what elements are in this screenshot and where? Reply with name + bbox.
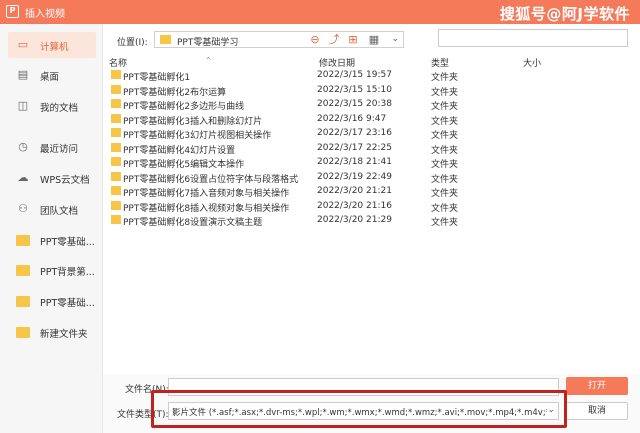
sidebar-item-documents[interactable]: ◫ 我的文档 bbox=[8, 93, 96, 119]
sidebar-item-label: PPT零基础... bbox=[40, 237, 95, 248]
file-row[interactable]: PPT零基础孵化2多边形与曲线 2022/3/15 20:38 文件夹 bbox=[103, 97, 543, 112]
up-folder-icon[interactable]: ⤴ bbox=[327, 33, 341, 47]
location-label: 位置(I): bbox=[117, 38, 148, 48]
folder-icon bbox=[16, 265, 30, 276]
sort-caret-icon: ⌃ bbox=[205, 56, 212, 65]
cloud-icon: ☁ bbox=[17, 171, 29, 184]
sidebar-item-label: 新建文件夹 bbox=[40, 329, 88, 340]
folder-icon bbox=[16, 327, 30, 338]
footer-panel: 文件名(N): 文件类型(T): 影片文件 (*.asf;*.asx;*.dvr… bbox=[103, 374, 640, 433]
file-row[interactable]: PPT零基础孵化6设置占位符字体与段落格式 2022/3/19 22:49 文件夹 bbox=[103, 170, 543, 185]
sidebar-item-label: WPS云文档 bbox=[40, 175, 90, 186]
chevron-down-icon: ⌄ bbox=[391, 34, 399, 44]
sidebar-item-folder-3[interactable]: PPT零基础... bbox=[8, 288, 96, 314]
folder-icon bbox=[111, 186, 121, 195]
chevron-down-icon: ⌄ bbox=[547, 405, 555, 415]
folder-icon bbox=[111, 142, 121, 152]
toolbar: 位置(I): PPT零基础学习 ⌄ ⊖ ⤴ ⊞ ▦ bbox=[103, 24, 640, 54]
filetype-value: 影片文件 (*.asf;*.asx;*.dvr-ms;*.wpl;*.wm;*.… bbox=[172, 408, 547, 418]
file-row[interactable]: PPT零基础孵化4幻灯片设置 2022/3/17 22:25 文件夹 bbox=[103, 141, 543, 156]
folder-icon bbox=[111, 113, 121, 123]
search-input[interactable] bbox=[438, 29, 628, 47]
window-title: 插入视频 bbox=[25, 9, 65, 20]
filename-input[interactable] bbox=[168, 378, 559, 396]
folder-icon bbox=[16, 296, 30, 307]
file-row[interactable]: PPT零基础孵化5编辑文本操作 2022/3/18 21:41 文件夹 bbox=[103, 155, 543, 170]
sidebar-item-folder-2[interactable]: PPT背景第... bbox=[8, 257, 96, 283]
filetype-select[interactable]: 影片文件 (*.asf;*.asx;*.dvr-ms;*.wpl;*.wm;*.… bbox=[168, 402, 559, 420]
sidebar-item-recent[interactable]: ◷ 最近访问 bbox=[8, 134, 96, 160]
folder-icon bbox=[16, 235, 30, 246]
documents-icon: ◫ bbox=[17, 99, 29, 112]
sidebar-item-team-docs[interactable]: ⚇ 团队文档 bbox=[8, 196, 96, 222]
file-row[interactable]: PPT零基础孵化7插入音频对象与相关操作 2022/3/20 21:21 文件夹 bbox=[103, 184, 543, 199]
file-row[interactable]: PPT零基础孵化8插入视频对象与相关操作 2022/3/20 21:16 文件夹 bbox=[103, 199, 543, 214]
view-options-icon[interactable]: ▦ bbox=[367, 33, 381, 47]
folder-icon bbox=[111, 215, 121, 224]
cancel-button[interactable]: 取消 bbox=[566, 402, 628, 420]
back-icon[interactable]: ⊖ bbox=[308, 33, 322, 47]
sidebar-item-wps-cloud[interactable]: ☁ WPS云文档 bbox=[8, 165, 96, 191]
folder-icon bbox=[111, 84, 121, 94]
file-row[interactable]: PPT零基础孵化8设置演示文稿主题 2022/3/20 21:29 文件夹 bbox=[103, 213, 543, 228]
location-value: PPT零基础学习 bbox=[177, 38, 239, 48]
file-list: 名称 ⌃ 修改日期 类型 大小 PPT零基础孵化1 2022/3/15 19:57… bbox=[103, 54, 640, 374]
open-button[interactable]: 打开 bbox=[566, 377, 628, 395]
folder-icon bbox=[111, 200, 121, 210]
sidebar-item-new-folder[interactable]: 新建文件夹 bbox=[8, 319, 96, 345]
sidebar-item-computer[interactable]: ▭ 计算机 bbox=[8, 32, 96, 58]
sidebar-item-label: 计算机 bbox=[40, 42, 69, 53]
sidebar-item-label: 我的文档 bbox=[40, 103, 79, 114]
folder-icon bbox=[111, 70, 121, 79]
team-icon: ⚇ bbox=[18, 202, 28, 215]
new-folder-icon[interactable]: ⊞ bbox=[346, 33, 360, 47]
title-bar: P 插入视频 搜狐号@阿J学软件 bbox=[0, 0, 640, 24]
watermark: 搜狐号@阿J学软件 bbox=[499, 5, 630, 23]
folder-icon bbox=[111, 171, 121, 181]
sidebar-item-label: 团队文档 bbox=[40, 206, 79, 217]
sidebar-item-label: 最近访问 bbox=[40, 144, 79, 155]
folder-icon bbox=[111, 99, 121, 108]
sidebar: ▭ 计算机 ▤ 桌面 ◫ 我的文档 ◷ 最近访问 ☁ WPS云文档 ⚇ 团队文档… bbox=[0, 24, 103, 433]
folder-icon bbox=[111, 157, 121, 166]
file-row[interactable]: PPT零基础孵化3幻灯片视图相关操作 2022/3/17 23:16 文件夹 bbox=[103, 126, 543, 141]
filetype-label: 文件类型(T): bbox=[117, 410, 169, 420]
sidebar-item-desktop[interactable]: ▤ 桌面 bbox=[8, 62, 96, 88]
sidebar-item-label: 桌面 bbox=[40, 72, 60, 83]
wps-logo-icon: P bbox=[6, 5, 19, 18]
filename-label: 文件名(N): bbox=[125, 385, 169, 395]
list-header: 名称 ⌃ 修改日期 类型 大小 bbox=[103, 54, 640, 69]
file-row[interactable]: PPT零基础孵化2布尔运算 2022/3/15 15:10 文件夹 bbox=[103, 83, 543, 98]
sidebar-item-label: PPT零基础... bbox=[40, 298, 95, 309]
file-row[interactable]: PPT零基础孵化1 2022/3/15 19:57 文件夹 bbox=[103, 68, 543, 83]
folder-icon bbox=[111, 128, 121, 137]
desktop-icon: ▤ bbox=[17, 68, 29, 81]
computer-icon: ▭ bbox=[17, 38, 29, 51]
folder-icon bbox=[160, 35, 171, 44]
clock-icon: ◷ bbox=[18, 140, 28, 153]
file-row[interactable]: PPT零基础孵化3插入和删除幻灯片 2022/3/16 9:47 文件夹 bbox=[103, 112, 543, 127]
sidebar-item-folder-1[interactable]: PPT零基础... bbox=[8, 227, 96, 253]
sidebar-item-label: PPT背景第... bbox=[40, 267, 95, 278]
